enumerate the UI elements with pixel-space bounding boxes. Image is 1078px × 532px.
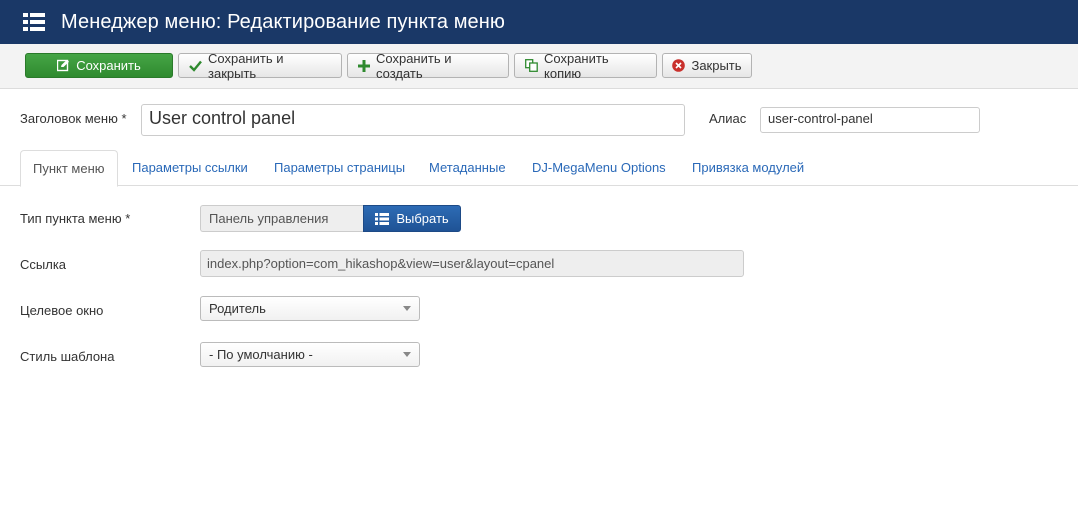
- menu-item-type-field: Панель управления: [200, 205, 364, 232]
- alias-input[interactable]: user-control-panel: [760, 107, 980, 133]
- tab-link-params[interactable]: Параметры ссылки: [132, 150, 248, 186]
- save-new-button[interactable]: Сохранить и создать: [347, 50, 509, 81]
- menu-list-icon: [23, 13, 45, 31]
- template-style-select[interactable]: - По умолчанию -: [200, 342, 420, 367]
- menu-title-label: Заголовок меню *: [20, 111, 127, 126]
- save-label: Сохранить: [76, 58, 141, 73]
- check-icon: [189, 60, 202, 72]
- close-button[interactable]: Закрыть: [662, 53, 752, 78]
- alias-label: Алиас: [709, 111, 747, 126]
- chevron-down-icon: [403, 306, 411, 311]
- page-header: Менеджер меню: Редактирование пункта мен…: [0, 0, 1078, 44]
- tab-page-params[interactable]: Параметры страницы: [274, 150, 405, 186]
- close-icon: [672, 59, 686, 72]
- edit-icon: [57, 59, 70, 72]
- save-copy-button[interactable]: Сохранить копию: [514, 50, 657, 81]
- page-title: Менеджер меню: Редактирование пункта мен…: [61, 10, 506, 33]
- save-close-button[interactable]: Сохранить и закрыть: [178, 50, 342, 81]
- save-close-label: Сохранить и закрыть: [208, 50, 284, 81]
- menu-title-input[interactable]: User control panel: [141, 104, 685, 136]
- toolbar: Сохранить Сохранить и закрыть Сохранить …: [0, 44, 1078, 89]
- link-field: index.php?option=com_hikashop&view=user&…: [200, 250, 744, 277]
- link-label: Ссылка: [20, 257, 67, 272]
- tab-bar: Пункт меню Параметры ссылки Параметры ст…: [0, 150, 1078, 187]
- save-new-label: Сохранить и создать: [376, 50, 452, 81]
- copy-icon: [525, 59, 538, 72]
- select-type-button[interactable]: Выбрать: [363, 205, 461, 232]
- plus-icon: [358, 59, 370, 72]
- target-window-value: Родитель: [209, 301, 266, 316]
- template-style-value: - По умолчанию -: [209, 347, 313, 362]
- tab-metadata[interactable]: Метаданные: [429, 150, 506, 186]
- chevron-down-icon: [403, 352, 411, 357]
- template-style-label: Стиль шаблона: [20, 349, 115, 364]
- list-icon: [375, 212, 390, 225]
- menu-item-type-label: Тип пункта меню *: [20, 211, 131, 226]
- tab-dj-megamenu[interactable]: DJ-MegaMenu Options: [532, 150, 666, 186]
- tab-menu-item[interactable]: Пункт меню: [20, 150, 118, 187]
- close-label: Закрыть: [691, 58, 742, 73]
- target-window-label: Целевое окно: [20, 303, 104, 318]
- save-button[interactable]: Сохранить: [25, 53, 173, 78]
- target-window-select[interactable]: Родитель: [200, 296, 420, 321]
- select-type-label: Выбрать: [396, 211, 449, 226]
- tab-module-assignment[interactable]: Привязка модулей: [692, 150, 804, 186]
- save-copy-label: Сохранить копию: [544, 50, 609, 81]
